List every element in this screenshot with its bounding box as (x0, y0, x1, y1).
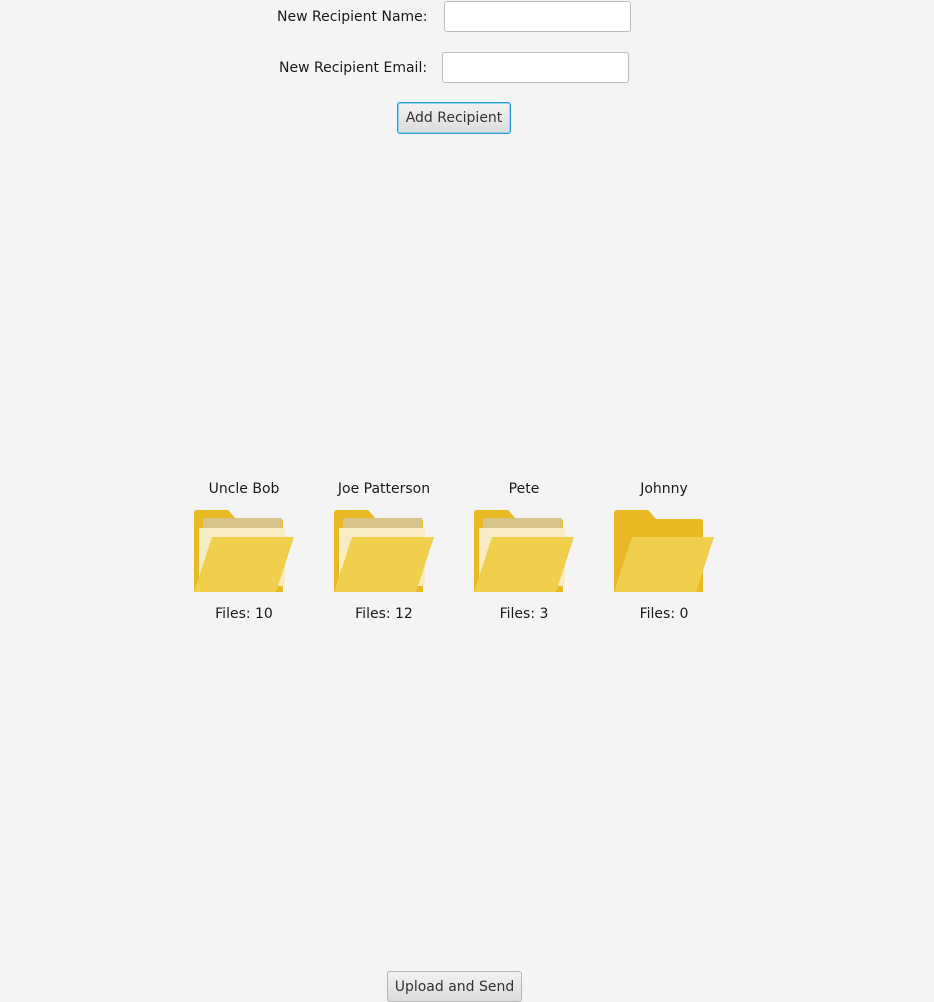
open-folder-icon (194, 510, 294, 592)
recipient-folder-joe-patterson[interactable]: Joe Patterson Files: 12 (324, 479, 444, 624)
file-count-label: Files: 0 (639, 606, 689, 622)
file-count-label: Files: 10 (215, 606, 273, 622)
recipient-name-label: New Recipient Name: (277, 9, 428, 25)
recipient-folder-uncle-bob[interactable]: Uncle Bob Files: 10 (184, 479, 304, 624)
open-folder-icon (474, 510, 574, 592)
folder-name-label: Johnny (640, 481, 688, 497)
recipient-email-input[interactable] (442, 52, 629, 83)
upload-and-send-button[interactable]: Upload and Send (387, 971, 522, 1002)
recipient-folder-pete[interactable]: Pete Files: 3 (464, 479, 584, 624)
open-folder-icon (334, 510, 434, 592)
add-recipient-button[interactable]: Add Recipient (397, 102, 511, 134)
folder-name-label: Joe Patterson (337, 481, 431, 497)
recipient-folder-johnny[interactable]: Johnny Files: 0 (604, 479, 724, 624)
file-count-label: Files: 3 (499, 606, 549, 622)
folder-name-label: Pete (508, 481, 540, 497)
empty-folder-icon (614, 510, 714, 592)
recipient-name-input[interactable] (444, 1, 631, 32)
folder-name-label: Uncle Bob (208, 481, 280, 497)
file-count-label: Files: 12 (355, 606, 413, 622)
recipient-email-label: New Recipient Email: (279, 60, 428, 76)
app-window: New Recipient Name: New Recipient Email:… (0, 0, 934, 1002)
